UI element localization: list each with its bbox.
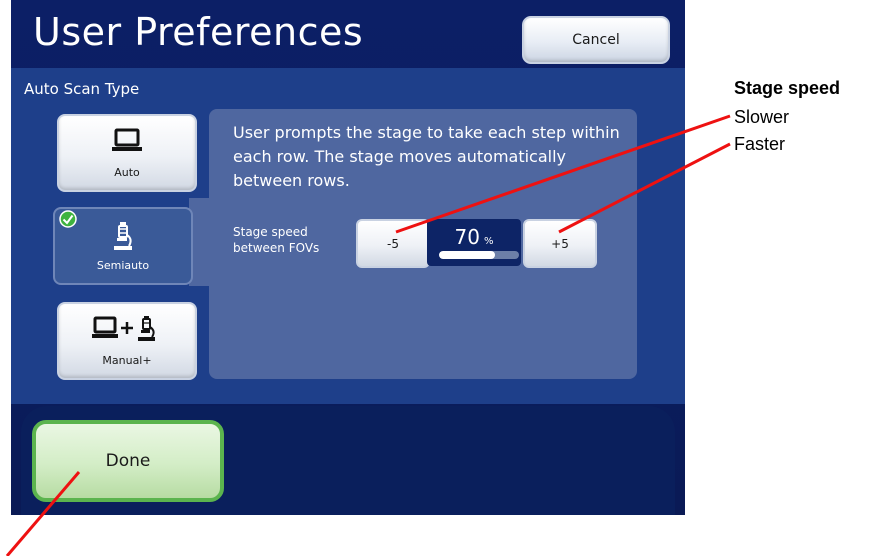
scan-type-semiauto-label: Semiauto (96, 259, 150, 272)
speed-increase-button[interactable]: +5 (523, 219, 597, 268)
semiauto-panel: User prompts the stage to take each step… (209, 109, 637, 379)
speed-bar-fill (439, 251, 495, 259)
monitor-plus-microscope-icon (59, 316, 195, 342)
scan-type-manual-plus-label: Manual+ (102, 354, 152, 367)
auto-scan-type-label: Auto Scan Type (24, 80, 140, 98)
speed-display: 70% (427, 219, 521, 266)
done-button[interactable]: Done (32, 420, 224, 502)
annotation-faster-label: Faster (734, 134, 786, 154)
mode-description: User prompts the stage to take each step… (233, 123, 620, 190)
page-title: User Preferences (33, 10, 364, 54)
stage-speed-label: Stage speed between FOVs (233, 225, 320, 255)
speed-bar (439, 251, 519, 259)
scan-type-auto-button[interactable]: Auto (57, 114, 197, 192)
annotation-slower-label: Slower (734, 107, 790, 127)
monitor-icon (59, 128, 195, 152)
speed-decrease-button[interactable]: -5 (356, 219, 430, 268)
preferences-screen: User Preferences Cancel Auto Scan Type U… (11, 0, 685, 515)
selected-check-icon (59, 210, 77, 228)
speed-unit: % (483, 236, 494, 247)
speed-number: 70 (454, 225, 480, 249)
annotation-stage-speed-title: Stage speed (734, 78, 841, 98)
cancel-button[interactable]: Cancel (522, 16, 670, 64)
scan-type-manual-plus-button[interactable]: Manual+ (57, 302, 197, 380)
speed-value: 70% (427, 225, 521, 249)
scan-type-auto-label: Auto (114, 166, 140, 179)
